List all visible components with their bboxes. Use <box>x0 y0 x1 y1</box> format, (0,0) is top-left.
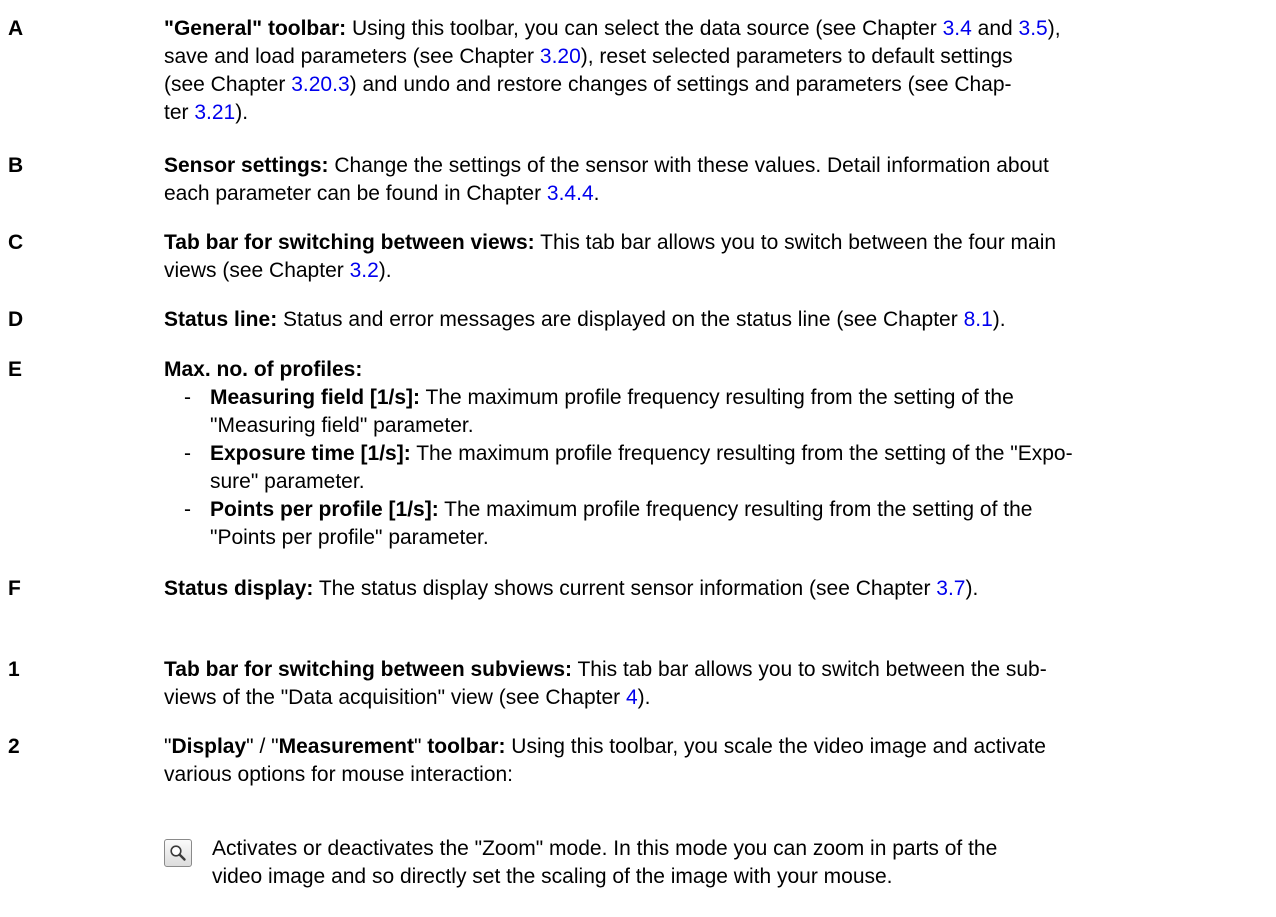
entry-title: Status line: <box>164 308 278 331</box>
chapter-link[interactable]: 8.1 <box>964 308 993 331</box>
entry-key: 2 <box>8 735 20 758</box>
entry-body: "General" toolbar: Using this toolbar, y… <box>164 15 1254 127</box>
entry-body: Tab bar for switching between views: Thi… <box>164 229 1254 285</box>
entry-title: Measurement <box>278 735 414 758</box>
entry-text: Change the settings of the sensor with t… <box>328 154 1049 177</box>
entry-body: Sensor settings: Change the settings of … <box>164 152 1254 208</box>
list-item-text: sure" parameter. <box>210 470 365 493</box>
entry-key: A <box>8 17 24 40</box>
chapter-link[interactable]: 3.21 <box>194 101 235 124</box>
list-item-text: The maximum profile frequency resulting … <box>438 498 1033 521</box>
list-item-title: Exposure time [1/s]: <box>210 442 411 465</box>
list-item: - Points per profile [1/s]: The maximum … <box>164 496 1254 552</box>
chapter-link[interactable]: 3.20.3 <box>291 73 349 96</box>
entry-title: "General" toolbar: <box>164 17 347 40</box>
entry-title: Status display: <box>164 577 314 600</box>
list-dash: - <box>184 386 191 409</box>
entry-body: Tab bar for switching between subviews: … <box>164 656 1254 712</box>
entry-text: Status and error messages are displayed … <box>277 308 964 331</box>
entry-text: ) and undo and restore changes of settin… <box>349 73 1012 96</box>
entry-text: ). <box>992 308 1006 331</box>
list-item-text: The maximum profile frequency resulting … <box>420 386 1014 409</box>
entry-title: Max. no. of profiles: <box>164 358 363 381</box>
chapter-link[interactable]: 3.20 <box>540 45 581 68</box>
entry-text: Using this toolbar, you can select the d… <box>346 17 943 40</box>
entry-key: D <box>8 308 24 331</box>
entry-text: various options for mouse interaction: <box>164 763 514 786</box>
entry-text: This tab bar allows you to switch betwee… <box>534 231 1057 254</box>
list-item-text: "Measuring field" parameter. <box>210 414 474 437</box>
entry-text: each parameter can be found in Chapter <box>164 182 547 205</box>
list-item-title: Measuring field [1/s]: <box>210 386 421 409</box>
entry-title: Sensor settings: <box>164 154 329 177</box>
entry-body: Status display: The status display shows… <box>164 575 1254 603</box>
entry-title: toolbar: <box>427 735 506 758</box>
entry-text: The status display shows current sensor … <box>313 577 937 600</box>
entry-text: and <box>971 17 1019 40</box>
entry-text: " <box>413 735 428 758</box>
entry-key: F <box>8 577 21 600</box>
entry-text: Using this toolbar, you scale the video … <box>505 735 1046 758</box>
list-item: - Measuring field [1/s]: The maximum pro… <box>164 384 1254 440</box>
entry-text: ), reset selected parameters to default … <box>580 45 1013 68</box>
icon-description: Activates or deactivates the "Zoom" mode… <box>212 837 998 860</box>
chapter-link[interactable]: 3.4 <box>943 17 972 40</box>
entry-text: " / " <box>246 735 279 758</box>
entry-key: E <box>8 358 23 381</box>
entry-text: save and load parameters (see Chapter <box>164 45 540 68</box>
entry-body: Max. no. of profiles: - Measuring field … <box>164 356 1254 552</box>
list-dash: - <box>184 442 191 465</box>
entry-title: Tab bar for switching between views: <box>164 231 535 254</box>
entry-title: Tab bar for switching between subviews: <box>164 658 573 681</box>
list-dash: - <box>184 498 191 521</box>
entry-text: ). <box>235 101 249 124</box>
list-item: - Exposure time [1/s]: The maximum profi… <box>164 440 1254 496</box>
chapter-link[interactable]: 3.5 <box>1019 17 1048 40</box>
entry-text: (see Chapter <box>164 73 292 96</box>
chapter-link[interactable]: 3.4.4 <box>547 182 594 205</box>
chapter-link[interactable]: 4 <box>626 686 638 709</box>
entry-key: 1 <box>8 658 20 681</box>
entry-key: B <box>8 154 24 177</box>
entry-text: ), <box>1047 17 1061 40</box>
list-item-title: Points per profile [1/s]: <box>210 498 439 521</box>
list-item-text: "Points per profile" parameter. <box>210 526 489 549</box>
entry-body: "Display" / "Measurement" toolbar: Using… <box>164 733 1254 789</box>
entry-text: This tab bar allows you to switch betwee… <box>572 658 1047 681</box>
zoom-description: Activates or deactivates the "Zoom" mode… <box>164 835 1254 895</box>
entry-text: ). <box>378 259 392 282</box>
entry-text: views (see Chapter <box>164 259 350 282</box>
entry-text: ). <box>637 686 651 709</box>
entry-text: . <box>593 182 600 205</box>
zoom-magnifier-icon[interactable] <box>164 839 192 867</box>
entry-text: views of the "Data acquisition" view (se… <box>164 686 626 709</box>
entry-text: ). <box>965 577 979 600</box>
list-item-text: The maximum profile frequency resulting … <box>410 442 1073 465</box>
entry-body: Status line: Status and error messages a… <box>164 306 1254 334</box>
chapter-link[interactable]: 3.2 <box>350 259 379 282</box>
entry-key: C <box>8 231 24 254</box>
entry-title: Display <box>171 735 247 758</box>
entry-text: ter <box>164 101 195 124</box>
chapter-link[interactable]: 3.7 <box>936 577 965 600</box>
icon-description: video image and so directly set the scal… <box>212 865 893 888</box>
